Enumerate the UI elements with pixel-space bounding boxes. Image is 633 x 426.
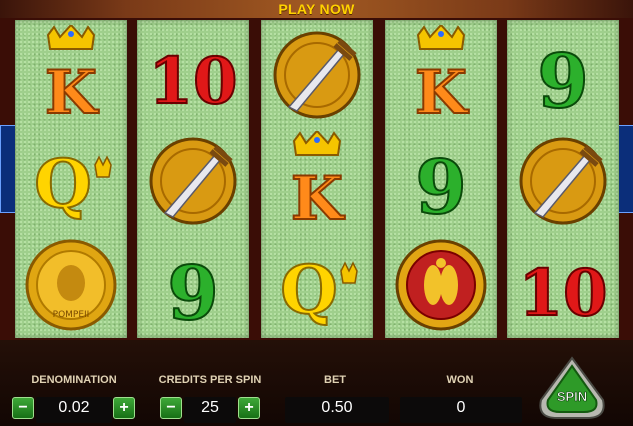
tiara-icon — [94, 155, 112, 178]
tiara-icon — [340, 261, 358, 284]
bet-value: 0.50 — [321, 399, 353, 416]
sword-shield-icon — [519, 137, 607, 225]
won-value: 0 — [456, 399, 466, 416]
queen-symbol: Q — [15, 126, 127, 232]
queen-symbol: Q — [261, 232, 373, 338]
nine-symbol: 9 — [137, 232, 249, 338]
right-side-badge — [617, 125, 633, 213]
king-symbol: K — [385, 20, 497, 126]
reel-4: K 9 — [385, 20, 497, 338]
sword-shield-symbol — [507, 126, 619, 232]
denomination-label: DENOMINATION — [31, 374, 117, 386]
credits-per-spin-label: CREDITS PER SPIN — [158, 374, 262, 386]
reel-1: K Q POMPEII — [15, 20, 127, 338]
svg-text:K: K — [291, 164, 345, 227]
sword-shield-icon — [273, 31, 361, 119]
reel-3: K Q — [261, 20, 373, 338]
king-symbol: K — [15, 20, 127, 126]
sword-shield-symbol — [137, 126, 249, 232]
spin-button[interactable]: SPIN — [537, 356, 607, 422]
ten-symbol: 10 — [137, 20, 249, 126]
won-label: WON — [446, 374, 474, 386]
svg-text:Q: Q — [34, 145, 92, 223]
pompeii-coin-symbol: POMPEII — [15, 232, 127, 338]
credits-plus-button[interactable]: + — [238, 397, 260, 419]
bet-label: BET — [324, 374, 346, 386]
spin-label: SPIN — [557, 389, 587, 404]
reel-5: 9 10 — [507, 20, 619, 338]
denomination-plus-button[interactable]: + — [113, 397, 135, 419]
gold-coin-icon: POMPEII — [25, 239, 117, 331]
credits-minus-button[interactable]: − — [160, 397, 182, 419]
king-symbol: K — [261, 126, 373, 232]
sword-shield-icon — [149, 137, 237, 225]
jewel-scarab-symbol — [385, 232, 497, 338]
play-now-label[interactable]: PLAY NOW — [0, 0, 633, 18]
svg-text:K: K — [415, 58, 469, 121]
svg-text:9: 9 — [415, 145, 467, 227]
denomination-minus-button[interactable]: − — [12, 397, 34, 419]
reel-2: 10 9 — [137, 20, 249, 338]
crown-icon: K — [290, 131, 346, 227]
ten-symbol: 10 — [507, 232, 619, 338]
denomination-value: 0.02 — [58, 399, 90, 416]
svg-text:9: 9 — [537, 39, 589, 121]
crown-icon: K — [44, 25, 100, 121]
svg-text:K: K — [45, 58, 99, 121]
jewel-scarab-icon — [395, 239, 487, 331]
svg-text:Q: Q — [280, 251, 338, 329]
svg-text:10: 10 — [518, 256, 607, 331]
svg-text:POMPEII: POMPEII — [53, 310, 90, 320]
sword-shield-symbol — [261, 20, 373, 126]
svg-text:9: 9 — [167, 251, 219, 333]
credits-value: 25 — [201, 399, 219, 416]
svg-text:10: 10 — [148, 44, 237, 119]
nine-symbol: 9 — [507, 20, 619, 126]
nine-symbol: 9 — [385, 126, 497, 232]
crown-icon: K — [414, 25, 470, 121]
